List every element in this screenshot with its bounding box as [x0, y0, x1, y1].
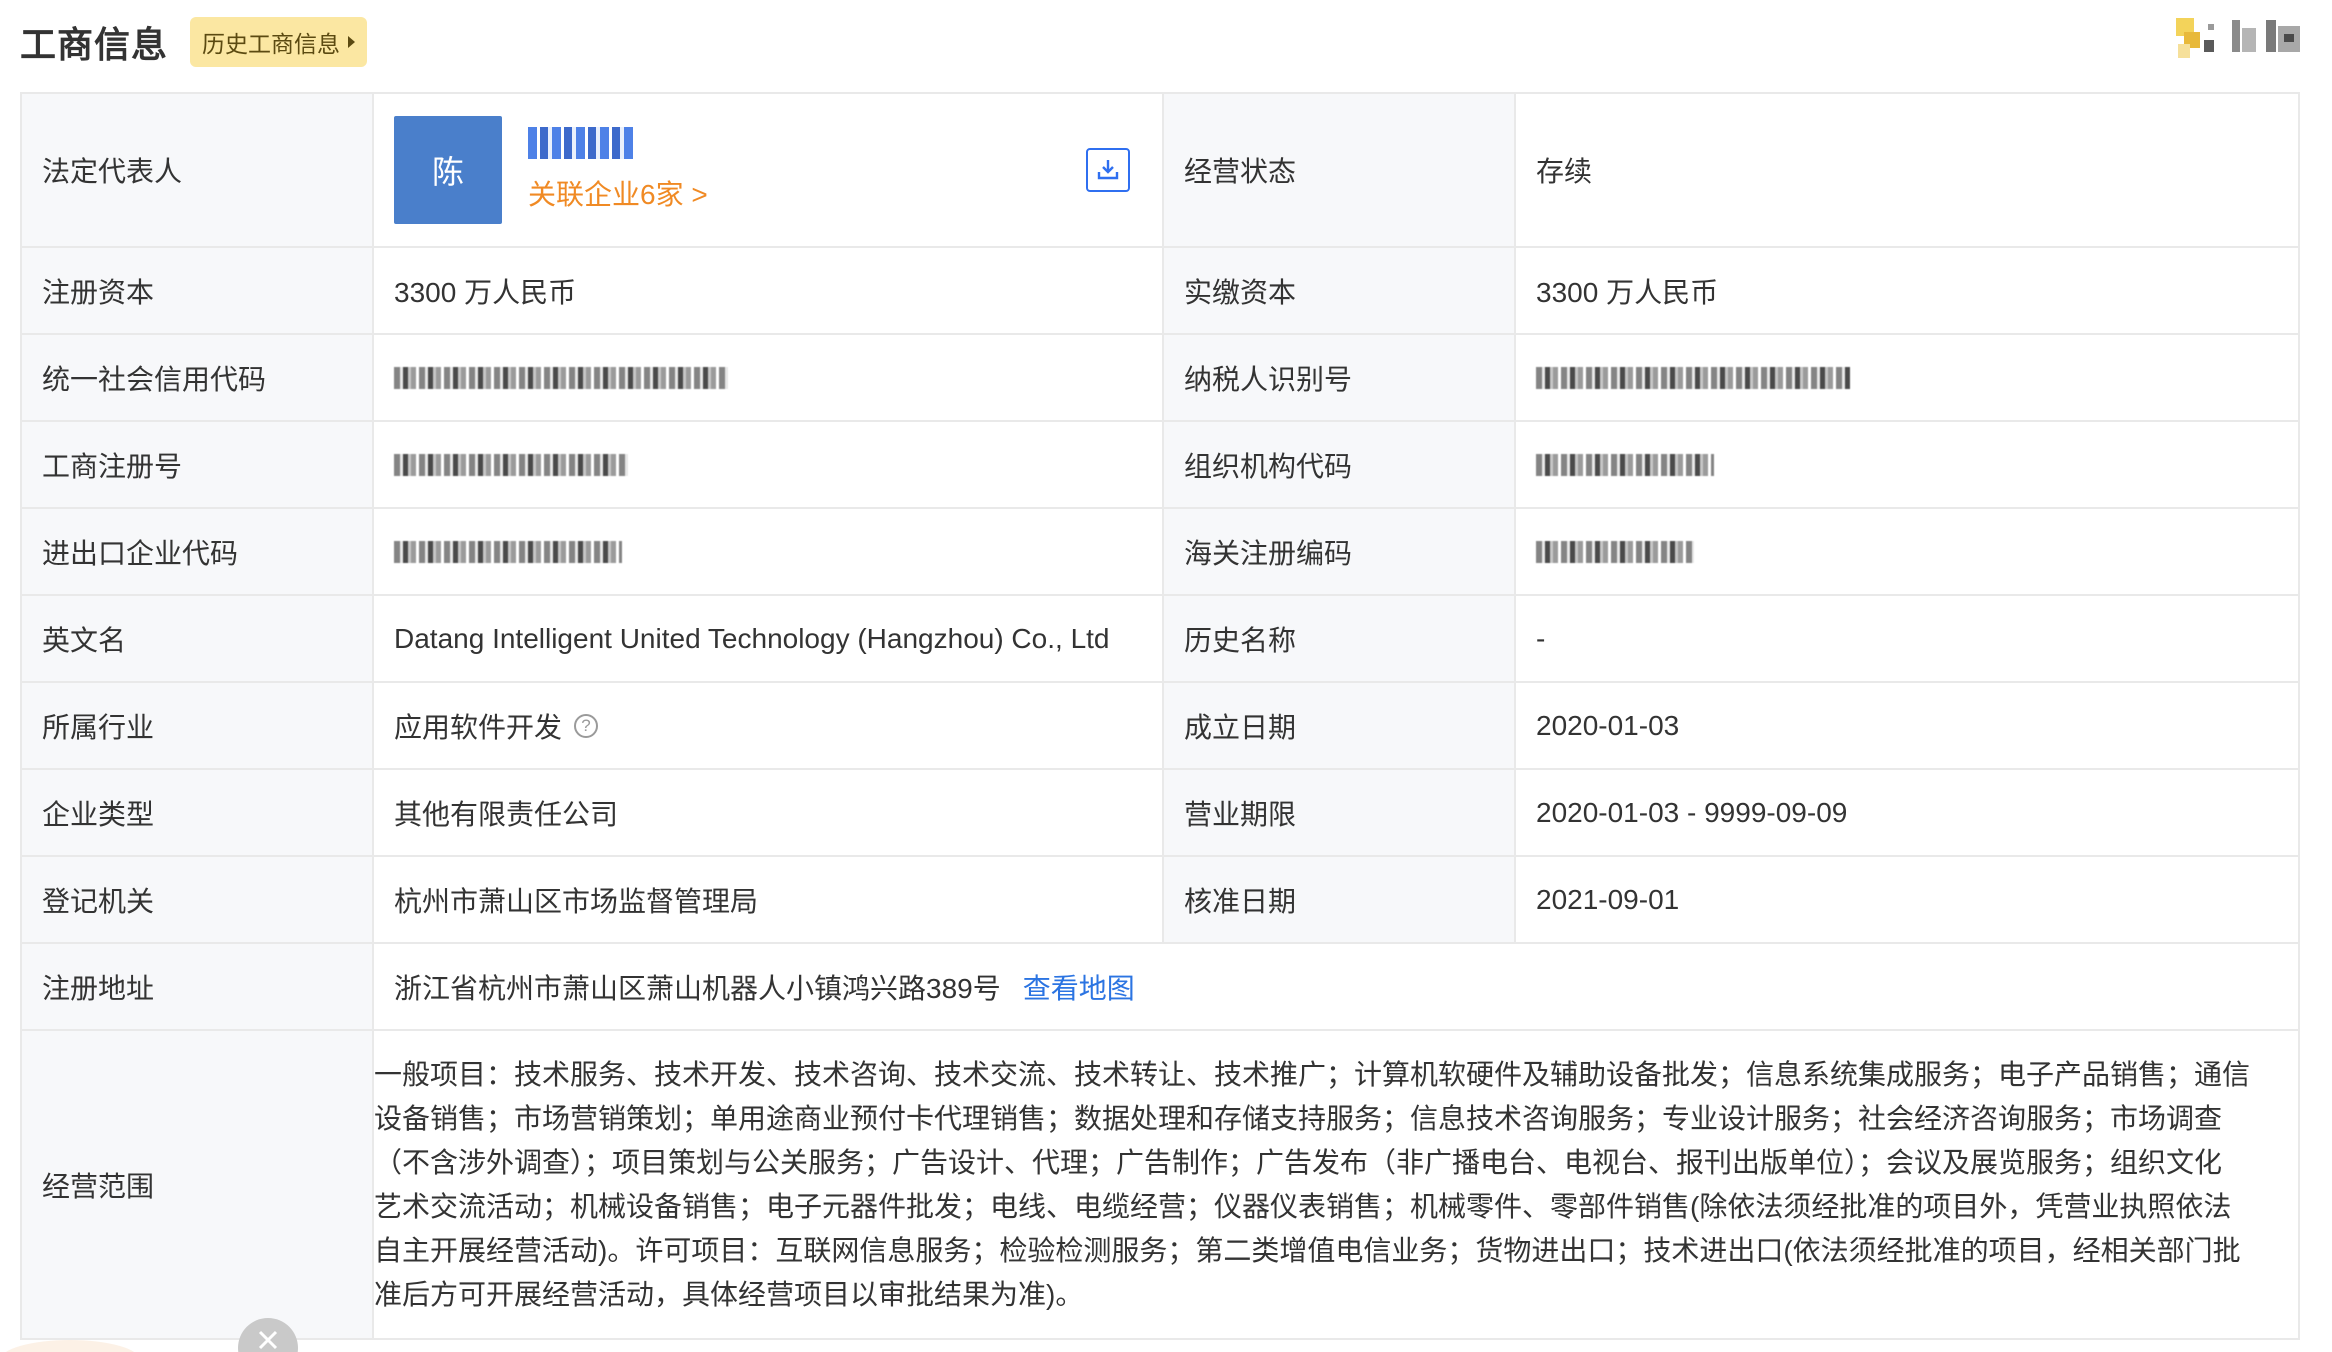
org-code-redacted — [1536, 453, 1714, 476]
close-icon — [258, 1330, 278, 1350]
business-scope-label: 经营范围 — [22, 1031, 374, 1338]
paid-in-capital-value: 3300 万人民币 — [1516, 248, 2298, 333]
english-name-value: Datang Intelligent United Technology (Ha… — [374, 596, 1164, 681]
history-info-button[interactable]: 历史工商信息 — [190, 17, 368, 67]
industry-value: 应用软件开发 — [394, 711, 563, 743]
legal-rep-label: 法定代表人 — [22, 94, 374, 246]
table-row: 工商注册号 组织机构代码 — [22, 422, 2298, 509]
established-date-label: 成立日期 — [1164, 683, 1516, 768]
import-export-code-label: 进出口企业代码 — [22, 509, 374, 594]
legal-rep-info: 关联企业6家 > — [528, 116, 1086, 224]
business-term-label: 营业期限 — [1164, 770, 1516, 855]
section-header: 工商信息 历史工商信息 — [20, 12, 368, 72]
registration-authority-label: 登记机关 — [22, 857, 374, 942]
table-row: 统一社会信用代码 纳税人识别号 — [22, 335, 2298, 422]
business-reg-no-value — [374, 422, 1164, 507]
import-export-code-value — [374, 509, 1164, 594]
customs-code-redacted — [1536, 540, 1694, 563]
operating-status-value: 存续 — [1516, 94, 2298, 246]
former-name-value: - — [1516, 596, 2298, 681]
table-row: 注册地址 浙江省杭州市萧山区萧山机器人小镇鸿兴路389号 查看地图 — [22, 944, 2298, 1031]
paid-in-capital-label: 实缴资本 — [1164, 248, 1516, 333]
english-name-label: 英文名 — [22, 596, 374, 681]
business-info-table: 法定代表人 陈 关联企业6家 > 经营状态 存续 注册资本 3300 万人民币 … — [20, 92, 2300, 1340]
taxpayer-id-label: 纳税人识别号 — [1164, 335, 1516, 420]
table-row: 企业类型 其他有限责任公司 营业期限 2020-01-03 - 9999-09-… — [22, 770, 2298, 857]
bottom-decoration — [0, 1340, 140, 1352]
scope-line: 艺术交流活动；机械设备销售；电子元器件批发；电线、电缆经营；仪器仪表销售；机械零… — [374, 1190, 2232, 1222]
registered-address-cell: 浙江省杭州市萧山区萧山机器人小镇鸿兴路389号 查看地图 — [374, 944, 2298, 1029]
download-icon — [1097, 160, 1119, 180]
company-type-label: 企业类型 — [22, 770, 374, 855]
legal-rep-name-redacted[interactable] — [528, 127, 634, 159]
history-info-label: 历史工商信息 — [202, 31, 341, 57]
table-row: 法定代表人 陈 关联企业6家 > 经营状态 存续 — [22, 94, 2298, 248]
credit-code-redacted — [394, 366, 728, 389]
business-term-value: 2020-01-03 - 9999-09-09 — [1516, 770, 2298, 855]
credit-code-label: 统一社会信用代码 — [22, 335, 374, 420]
registered-capital-label: 注册资本 — [22, 248, 374, 333]
table-row: 英文名 Datang Intelligent United Technology… — [22, 596, 2298, 683]
operating-status-label: 经营状态 — [1164, 94, 1516, 246]
avatar[interactable]: 陈 — [394, 116, 502, 224]
scope-line: 自主开展经营活动)。许可项目：互联网信息服务；检验检测服务；第二类增值电信业务；… — [374, 1234, 2241, 1266]
legal-rep-cell: 陈 关联企业6家 > — [374, 94, 1164, 246]
scope-line: （不含涉外调查）；项目策划与公关服务；广告设计、代理；广告制作；广告发布（非广播… — [374, 1146, 2223, 1178]
table-row: 经营范围 一般项目：技术服务、技术开发、技术咨询、技术交流、技术转让、技术推广；… — [22, 1031, 2298, 1338]
caret-right-icon — [348, 36, 356, 48]
view-map-link[interactable]: 查看地图 — [1023, 967, 1135, 1007]
import-export-code-redacted — [394, 540, 622, 563]
taxpayer-id-redacted — [1536, 366, 1850, 389]
approval-date-label: 核准日期 — [1164, 857, 1516, 942]
scope-line: 一般项目：技术服务、技术开发、技术咨询、技术交流、技术转让、技术推广；计算机软硬… — [374, 1058, 2251, 1090]
related-companies-link[interactable]: 关联企业6家 > — [528, 173, 1086, 213]
business-scope-value: 一般项目：技术服务、技术开发、技术咨询、技术交流、技术转让、技术推广；计算机软硬… — [374, 1031, 2298, 1338]
section-title: 工商信息 — [20, 24, 169, 65]
customs-code-value — [1516, 509, 2298, 594]
registered-address-label: 注册地址 — [22, 944, 374, 1029]
registered-capital-value: 3300 万人民币 — [374, 248, 1164, 333]
registration-authority-value: 杭州市萧山区市场监督管理局 — [374, 857, 1164, 942]
brand-logo — [2176, 18, 2300, 58]
company-type-value: 其他有限责任公司 — [374, 770, 1164, 855]
business-reg-no-redacted — [394, 453, 628, 476]
table-row: 注册资本 3300 万人民币 实缴资本 3300 万人民币 — [22, 248, 2298, 335]
company-info-page: 工商信息 历史工商信息 法定代表人 陈 关联企业6家 > 经营状态 存续 注册资… — [0, 0, 2332, 1352]
table-row: 所属行业 应用软件开发 ? 成立日期 2020-01-03 — [22, 683, 2298, 770]
scope-line: 设备销售；市场营销策划；单用途商业预付卡代理销售；数据处理和存储支持服务；信息技… — [374, 1102, 2223, 1134]
business-reg-no-label: 工商注册号 — [22, 422, 374, 507]
credit-code-value — [374, 335, 1164, 420]
approval-date-value: 2021-09-01 — [1516, 857, 2298, 942]
former-name-label: 历史名称 — [1164, 596, 1516, 681]
scope-line: 准后方可开展经营活动，具体经营项目以审批结果为准)。 — [374, 1278, 1084, 1310]
registered-address-value: 浙江省杭州市萧山区萧山机器人小镇鸿兴路389号 — [394, 972, 1001, 1004]
customs-code-label: 海关注册编码 — [1164, 509, 1516, 594]
industry-cell: 应用软件开发 ? — [374, 683, 1164, 768]
download-button[interactable] — [1086, 148, 1130, 192]
table-row: 登记机关 杭州市萧山区市场监督管理局 核准日期 2021-09-01 — [22, 857, 2298, 944]
org-code-value — [1516, 422, 2298, 507]
taxpayer-id-value — [1516, 335, 2298, 420]
question-circle-icon[interactable]: ? — [574, 713, 599, 738]
established-date-value: 2020-01-03 — [1516, 683, 2298, 768]
org-code-label: 组织机构代码 — [1164, 422, 1516, 507]
industry-label: 所属行业 — [22, 683, 374, 768]
table-row: 进出口企业代码 海关注册编码 — [22, 509, 2298, 596]
